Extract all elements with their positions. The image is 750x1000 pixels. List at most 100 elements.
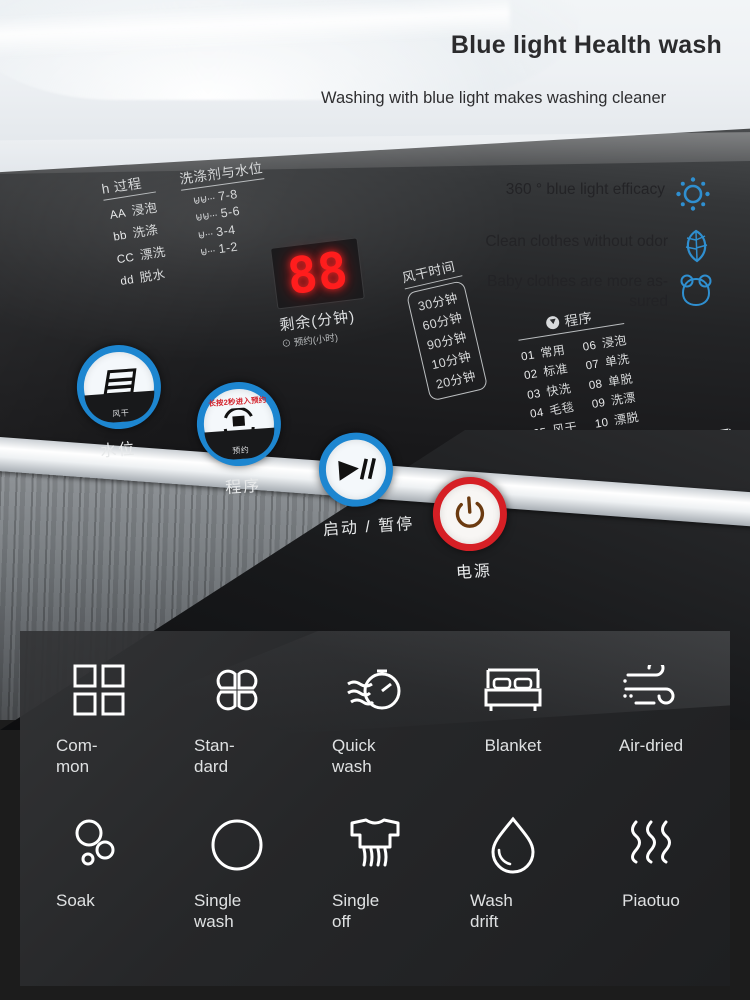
water-drop-icon (487, 812, 539, 878)
water-value: 3-4 (215, 222, 237, 239)
mode-item-single-wash[interactable]: Single wash (168, 812, 306, 967)
led-digits: 88 (284, 240, 351, 306)
mode-item-quick-wash[interactable]: Quick wash (306, 657, 444, 812)
program-legend: 程序 01常用 02标准 03快洗 04毛毯 05风干 06浸泡 07单洗 08… (515, 301, 640, 441)
power-icon (455, 496, 485, 528)
four-squares-icon (71, 657, 127, 723)
stopwatch-wave-icon (346, 657, 404, 723)
legend-label: 脱水 (138, 267, 167, 285)
mode-item-wash-drift[interactable]: Wash drift (444, 812, 582, 967)
mode-grid: Com- mon Stan- dard Quick wash Blanket A… (20, 631, 730, 986)
program-label: 快洗 (545, 380, 573, 399)
legend-label: 浸泡 (130, 199, 159, 218)
led-display-group: 88 剩余(分钟) ⊙ 预约(小时) (270, 237, 370, 350)
mode-item-air-dried[interactable]: Air-dried (582, 657, 720, 812)
legend-code: AA (109, 206, 127, 222)
mode-label: Com- mon (56, 736, 98, 776)
page-title: Blue light Health wash (450, 31, 722, 59)
legend-label: 漂洗 (138, 244, 167, 263)
water-marks: ⊌⊌··· (194, 209, 218, 225)
mode-label: Wash drift (470, 890, 513, 931)
detergent-water-level-legend: 洗涤剂与水位 ⊌⊌··· 7-8 ⊌⊌··· 5-6 ⊌··· 3-4 ⊌···… (178, 156, 274, 260)
program-number: 09 (591, 396, 607, 411)
program-number: 01 (520, 348, 536, 363)
water-level-button[interactable]: 风干 水位 (74, 342, 166, 463)
water-level-sub-label: 风干 (84, 390, 157, 425)
legend-code: dd (119, 274, 135, 288)
led-display: 88 (270, 237, 365, 310)
power-button-label: 电源 (455, 562, 493, 583)
leaf-icon (678, 228, 714, 264)
product-image-stage: Blue light Health wash Washing with blue… (0, 0, 750, 1000)
mode-label: Blanket (484, 736, 542, 755)
feature-no-odor: Clean clothes without odor (458, 228, 714, 264)
circle-icon (209, 812, 265, 878)
mode-item-blanket[interactable]: Blanket (444, 657, 582, 812)
mode-item-soak[interactable]: Soak (30, 812, 168, 967)
program-column-left: 01常用 02标准 03快洗 04毛毯 05风干 (519, 338, 578, 441)
process-legend: h 过程 AA 浸泡 bb 洗涤 CC 漂洗 dd 脱水 (100, 169, 171, 290)
program-button[interactable]: 长按2秒进入预约 预约 程序 (194, 379, 286, 500)
legend-label: 洗涤 (131, 222, 160, 241)
mode-label: Single off (332, 890, 380, 931)
water-marks: ⊌⊌··· (191, 191, 216, 207)
program-number: 07 (584, 358, 601, 373)
program-label: 常用 (539, 342, 566, 360)
start-pause-button[interactable]: 启动 / 暂停 (316, 429, 415, 540)
mode-grid-panel: Com- mon Stan- dard Quick wash Blanket A… (20, 631, 730, 986)
mode-label: Soak (56, 890, 95, 910)
program-button-face[interactable]: 长按2秒进入预约 预约 (194, 379, 284, 469)
baby-bear-icon (678, 272, 714, 308)
feature-label: Baby clothes are more as-sured (487, 273, 668, 310)
mode-item-standard[interactable]: Stan- dard (168, 657, 306, 812)
program-label: 单脱 (607, 370, 634, 389)
sun-rays-icon (675, 176, 711, 212)
program-columns: 01常用 02标准 03快洗 04毛毯 05风干 06浸泡 07单洗 08单脱 … (519, 328, 640, 441)
program-label: 标准 (542, 361, 570, 380)
water-marks: ⊌··· (199, 244, 216, 259)
program-bullet-icon (545, 314, 561, 330)
legend-code: bb (112, 229, 128, 244)
mode-label: Stan- dard (194, 736, 235, 776)
feature-baby-assured: Baby clothes are more as-sured (452, 272, 714, 312)
program-number: 02 (523, 368, 539, 383)
legend-code: CC (116, 251, 136, 266)
program-number: 04 (529, 406, 545, 421)
legend-row: dd 脱水 (119, 263, 171, 289)
mode-item-single-off[interactable]: Single off (306, 812, 444, 967)
water-value: 5-6 (219, 203, 241, 221)
bubbles-icon (71, 812, 127, 878)
start-pause-button-face[interactable] (316, 430, 396, 510)
program-label: 漂脱 (613, 409, 640, 428)
mode-item-piaotuo[interactable]: Piaotuo (582, 812, 720, 967)
steam-waves-icon (623, 812, 679, 878)
program-label: 单洗 (603, 351, 631, 370)
water-marks: ⊌··· (196, 227, 214, 242)
water-level-button-face[interactable]: 风干 (74, 342, 164, 432)
mode-item-common[interactable]: Com- mon (30, 657, 168, 812)
mode-label: Air-dried (618, 736, 684, 755)
play-pause-icon (338, 457, 376, 481)
feature-label: 360 ° blue light efficacy (505, 181, 665, 198)
legend-row: 10 漂脱 (593, 407, 640, 431)
page-subtitle: Washing with blue light makes washing cl… (321, 89, 667, 107)
program-number: 06 (581, 339, 598, 354)
water-value: 1-2 (217, 239, 239, 257)
wind-icon (622, 657, 680, 723)
program-label: 洗漂 (610, 390, 637, 408)
mode-label: Single wash (194, 890, 242, 931)
program-label: 浸泡 (600, 332, 628, 351)
program-number: 03 (526, 387, 542, 402)
feature-label: Clean clothes without odor (485, 233, 668, 250)
mode-label: Piaotuo (622, 890, 680, 910)
process-legend-title: h 过程 (100, 169, 157, 201)
program-number: 10 (594, 416, 610, 431)
mode-label: Quick wash (332, 736, 376, 776)
power-button[interactable]: 电源 (430, 474, 511, 585)
power-button-face[interactable] (430, 474, 510, 554)
program-label: 毛毯 (548, 399, 576, 418)
bed-icon (483, 657, 543, 723)
program-sub-label: 预约 (204, 427, 277, 462)
program-number: 08 (587, 377, 604, 392)
program-column-right: 06 浸泡 07 单洗 08 单脱 09 洗漂 10 漂脱 (581, 328, 640, 431)
